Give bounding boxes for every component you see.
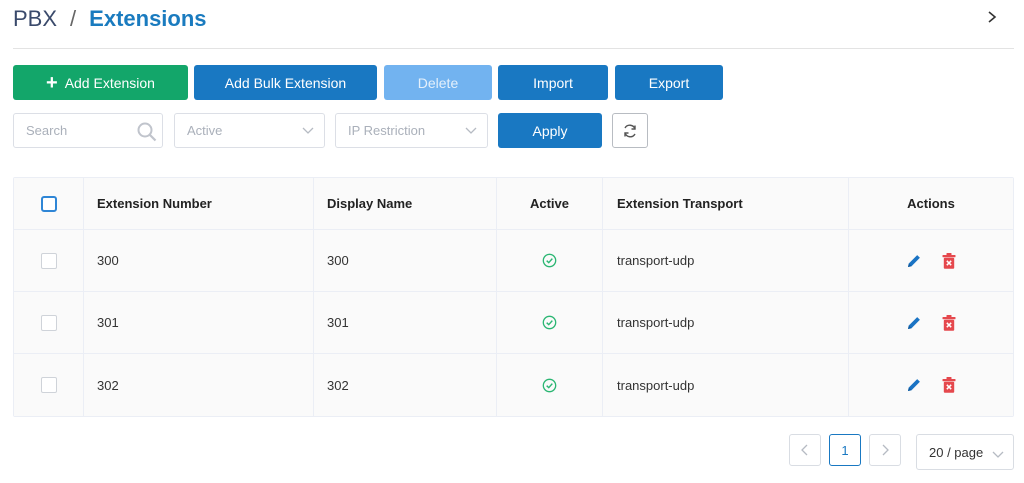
- row-checkbox[interactable]: [40, 377, 57, 393]
- active-cell: [497, 230, 603, 291]
- actions-cell: [849, 292, 1013, 353]
- chevron-down-icon: [465, 124, 477, 139]
- search-icon[interactable]: [136, 121, 158, 146]
- add-bulk-extension-button[interactable]: Add Bulk Extension: [194, 65, 377, 100]
- extension-transport-cell: transport-udp: [603, 354, 849, 416]
- row-checkbox-cell: [14, 292, 84, 353]
- table-row: 302 302 transport-udp: [14, 354, 1013, 416]
- header-checkbox-cell: [14, 178, 84, 229]
- extension-transport-cell: transport-udp: [603, 230, 849, 291]
- table-header-row: Extension Number Display Name Active Ext…: [14, 178, 1013, 230]
- display-name-cell: 302: [314, 354, 497, 416]
- extensions-table: Extension Number Display Name Active Ext…: [13, 177, 1014, 417]
- page-button-current[interactable]: 1: [829, 434, 861, 466]
- prev-page-button[interactable]: [789, 434, 821, 466]
- active-filter-select[interactable]: Active: [174, 113, 325, 148]
- trash-icon[interactable]: [941, 376, 957, 394]
- chevron-down-icon: [992, 448, 1004, 463]
- trash-icon[interactable]: [941, 314, 957, 332]
- active-cell: [497, 354, 603, 416]
- column-header-display-name[interactable]: Display Name: [314, 178, 497, 229]
- edit-icon[interactable]: [905, 376, 923, 394]
- active-check-icon: [542, 315, 557, 330]
- page-size-label: 20 / page: [929, 444, 984, 460]
- chevron-down-icon: [302, 124, 314, 139]
- search-placeholder: Search: [26, 123, 68, 138]
- apply-button[interactable]: Apply: [498, 113, 602, 148]
- delete-button: Delete: [384, 65, 492, 100]
- active-check-icon: [542, 253, 557, 268]
- column-header-extension-number[interactable]: Extension Number: [84, 178, 314, 229]
- column-header-extension-transport[interactable]: Extension Transport: [603, 178, 849, 229]
- add-extension-label: Add Extension: [64, 74, 155, 91]
- actions-cell: [849, 354, 1013, 416]
- extension-number-cell: 302: [84, 354, 314, 416]
- column-header-active[interactable]: Active: [497, 178, 603, 229]
- chevron-right-icon[interactable]: [984, 8, 1000, 26]
- export-button[interactable]: Export: [615, 65, 723, 100]
- active-check-icon: [542, 378, 557, 392]
- extension-transport-cell: transport-udp: [603, 292, 849, 353]
- display-name-cell: 301: [314, 292, 497, 353]
- row-checkbox-cell: [14, 230, 84, 291]
- import-button[interactable]: Import: [498, 65, 608, 100]
- breadcrumb: PBX / Extensions: [13, 6, 207, 32]
- trash-icon[interactable]: [941, 252, 957, 270]
- edit-icon[interactable]: [905, 252, 923, 270]
- search-input[interactable]: Search: [13, 113, 163, 148]
- chevron-left-icon: [801, 444, 808, 456]
- actions-cell: [849, 230, 1013, 291]
- table-row: 300 300 transport-udp: [14, 230, 1013, 292]
- filter-bar: Search Active IP Restriction Apply: [13, 113, 653, 149]
- row-checkbox[interactable]: [40, 252, 57, 269]
- plus-icon: +: [46, 71, 58, 94]
- chevron-right-icon: [882, 444, 889, 456]
- edit-icon[interactable]: [905, 314, 923, 332]
- ip-restriction-placeholder: IP Restriction: [348, 123, 426, 138]
- extension-number-cell: 300: [84, 230, 314, 291]
- refresh-button[interactable]: [612, 113, 648, 148]
- display-name-cell: 300: [314, 230, 497, 291]
- page-title: Extensions: [89, 6, 207, 31]
- breadcrumb-separator: /: [70, 6, 77, 31]
- extension-number-cell: 301: [84, 292, 314, 353]
- next-page-button[interactable]: [869, 434, 901, 466]
- table-row: 301 301 transport-udp: [14, 292, 1013, 354]
- refresh-icon: [624, 124, 636, 137]
- toolbar: + Add Extension Add Bulk Extension Delet…: [13, 65, 733, 101]
- breadcrumb-root[interactable]: PBX: [13, 6, 57, 31]
- select-all-checkbox[interactable]: [40, 195, 57, 212]
- add-extension-button[interactable]: + Add Extension: [13, 65, 188, 100]
- page-size-select[interactable]: 20 / page: [916, 434, 1014, 470]
- active-cell: [497, 292, 603, 353]
- active-filter-placeholder: Active: [187, 123, 223, 138]
- column-header-actions: Actions: [907, 196, 955, 211]
- page-header: PBX / Extensions: [13, 0, 1014, 49]
- row-checkbox[interactable]: [40, 314, 57, 331]
- ip-restriction-select[interactable]: IP Restriction: [335, 113, 488, 148]
- row-checkbox-cell: [14, 354, 84, 416]
